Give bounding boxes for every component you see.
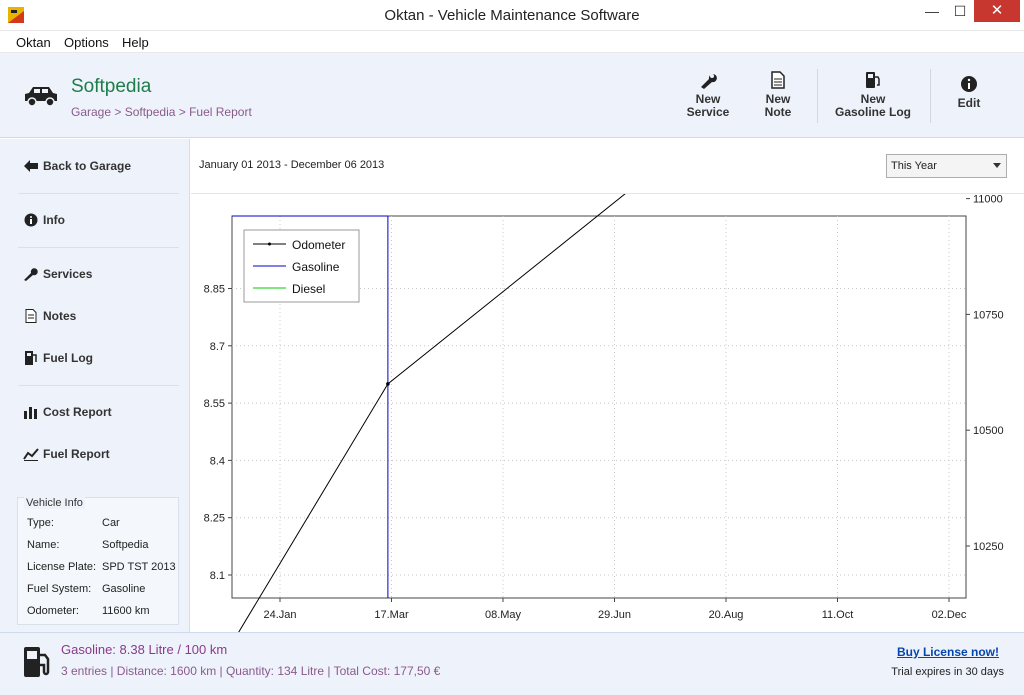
minimize-button[interactable]: — xyxy=(918,0,946,22)
close-button[interactable]: ✕ xyxy=(974,0,1020,22)
divider xyxy=(18,193,179,194)
car-icon xyxy=(25,87,57,107)
new-service-button[interactable]: New Service xyxy=(680,71,736,119)
trial-notice: Trial expires in 30 days xyxy=(891,666,1004,678)
fuel-details: 3 entries | Distance: 1600 km | Quantity… xyxy=(61,664,441,678)
vehicle-name: Softpedia xyxy=(71,76,152,97)
vehicle-info-title: Vehicle Info xyxy=(24,497,85,509)
note-icon xyxy=(25,308,37,323)
title-bar: Oktan - Vehicle Maintenance Software — ☐… xyxy=(0,0,1024,31)
x-tick-label: 29.Jun xyxy=(598,609,631,621)
buy-license-link[interactable]: Buy License now! xyxy=(897,645,999,659)
vehicle-info-value: Gasoline xyxy=(102,583,146,595)
x-tick-label: 24.Jan xyxy=(263,609,296,621)
sidebar-item-fuel-log[interactable]: Fuel Log xyxy=(23,350,93,365)
range-select[interactable]: This Year xyxy=(886,154,1007,178)
odometer-point xyxy=(386,382,390,386)
y-left-tick-label: 8.85 xyxy=(204,284,225,296)
y-left-tick-label: 8.4 xyxy=(210,455,225,467)
divider xyxy=(18,247,179,248)
new-service-label-2: Service xyxy=(686,105,730,119)
divider xyxy=(18,385,179,386)
fuel-report-panel: January 01 2013 - December 06 2013 This … xyxy=(191,139,1024,632)
info-icon xyxy=(961,76,977,92)
range-select-value: This Year xyxy=(891,160,937,172)
vehicle-info-label: Fuel System: xyxy=(27,583,92,595)
vehicle-header: Softpedia Garage > Softpedia > Fuel Repo… xyxy=(0,53,1024,138)
edit-button[interactable]: Edit xyxy=(950,75,988,110)
bar-chart-icon xyxy=(24,406,37,419)
fuel-pump-icon xyxy=(25,350,37,365)
y-left-tick-label: 8.25 xyxy=(204,513,225,525)
sidebar-item-label: Info xyxy=(43,212,65,227)
y-right-tick-label: 10250 xyxy=(973,541,1004,553)
legend-marker xyxy=(268,242,271,246)
sidebar-item-back-to-garage[interactable]: Back to Garage xyxy=(23,158,131,173)
menu-oktan[interactable]: Oktan xyxy=(16,35,51,50)
legend-label: Odometer xyxy=(292,238,345,252)
sidebar-item-services[interactable]: Services xyxy=(23,266,92,281)
sidebar-item-label: Fuel Report xyxy=(43,446,110,461)
sidebar-item-label: Cost Report xyxy=(43,404,112,419)
fuel-summary: Gasoline: 8.38 Litre / 100 km xyxy=(61,642,228,657)
window-title: Oktan - Vehicle Maintenance Software xyxy=(384,7,640,24)
menu-options[interactable]: Options xyxy=(64,35,109,50)
legend-label: Diesel xyxy=(292,282,325,296)
vehicle-info-label: Type: xyxy=(27,517,54,529)
sidebar-item-label: Services xyxy=(43,266,93,281)
note-icon xyxy=(771,71,785,89)
toolbar-separator xyxy=(930,69,931,123)
breadcrumb[interactable]: Garage > Softpedia > Fuel Report xyxy=(71,105,252,119)
date-range-label: January 01 2013 - December 06 2013 xyxy=(199,159,385,171)
sidebar-item-label: Back to Garage xyxy=(43,158,132,173)
new-gasoline-log-button[interactable]: New Gasoline Log xyxy=(832,71,914,119)
edit-label: Edit xyxy=(957,96,981,110)
x-tick-label: 02.Dec xyxy=(932,609,967,621)
sidebar-item-cost-report[interactable]: Cost Report xyxy=(23,404,112,419)
menu-help[interactable]: Help xyxy=(122,35,149,50)
vehicle-info-panel: Vehicle Info Type: Car Name: Softpedia L… xyxy=(17,497,179,625)
fuel-chart: 24.Jan 17.Mar 08.May 29.Jun 20.Aug 11.Oct 02.D… xyxy=(204,194,1004,632)
sidebar-item-label: Fuel Log xyxy=(43,350,93,365)
vehicle-info-label: Name: xyxy=(27,539,60,551)
wrench-icon xyxy=(24,268,38,281)
new-gasoline-log-label-2: Gasoline Log xyxy=(834,105,911,119)
y-left-tick-label: 8.1 xyxy=(210,570,225,582)
chevron-down-icon xyxy=(993,163,1001,168)
fuel-pump-icon xyxy=(24,647,50,677)
maximize-button[interactable]: ☐ xyxy=(946,0,974,22)
vehicle-info-label: License Plate: xyxy=(27,561,97,573)
info-icon xyxy=(24,213,38,227)
sidebar-item-fuel-report[interactable]: Fuel Report xyxy=(23,446,110,461)
sidebar-item-notes[interactable]: Notes xyxy=(23,308,76,323)
sidebar-item-info[interactable]: Info xyxy=(23,212,65,227)
new-note-button[interactable]: New Note xyxy=(752,71,804,119)
y-left-tick-label: 8.55 xyxy=(204,398,225,410)
y-right-tick-label: 10750 xyxy=(973,309,1004,321)
y-right-tick-label: 10500 xyxy=(973,425,1004,437)
menu-bar: Oktan Options Help xyxy=(0,31,1024,53)
sidebar-item-label: Notes xyxy=(43,308,77,323)
legend-label: Gasoline xyxy=(292,260,340,274)
vehicle-info-value: Car xyxy=(102,517,120,529)
line-chart-icon xyxy=(23,448,39,461)
vehicle-info-value: SPD TST 2013 xyxy=(102,561,176,573)
status-footer: Gasoline: 8.38 Litre / 100 km 3 entries … xyxy=(0,632,1024,695)
x-tick-label: 08.May xyxy=(485,609,522,621)
arrow-left-icon xyxy=(24,159,38,172)
x-tick-label: 20.Aug xyxy=(709,609,744,621)
new-note-label-2: Note xyxy=(764,105,792,119)
fuel-pump-icon xyxy=(866,72,880,88)
x-tick-label: 17.Mar xyxy=(374,609,409,621)
toolbar-separator xyxy=(817,69,818,123)
vehicle-info-value: 11600 km xyxy=(102,605,150,617)
y-right-tick-label: 11000 xyxy=(973,194,1003,206)
wrench-icon xyxy=(701,74,717,89)
vehicle-info-label: Odometer: xyxy=(27,605,79,617)
y-left-tick-label: 8.7 xyxy=(210,341,225,353)
vehicle-info-value: Softpedia xyxy=(102,539,149,551)
x-tick-label: 11.Oct xyxy=(822,609,854,621)
sidebar: Back to Garage Info Services Notes Fuel … xyxy=(0,139,190,632)
